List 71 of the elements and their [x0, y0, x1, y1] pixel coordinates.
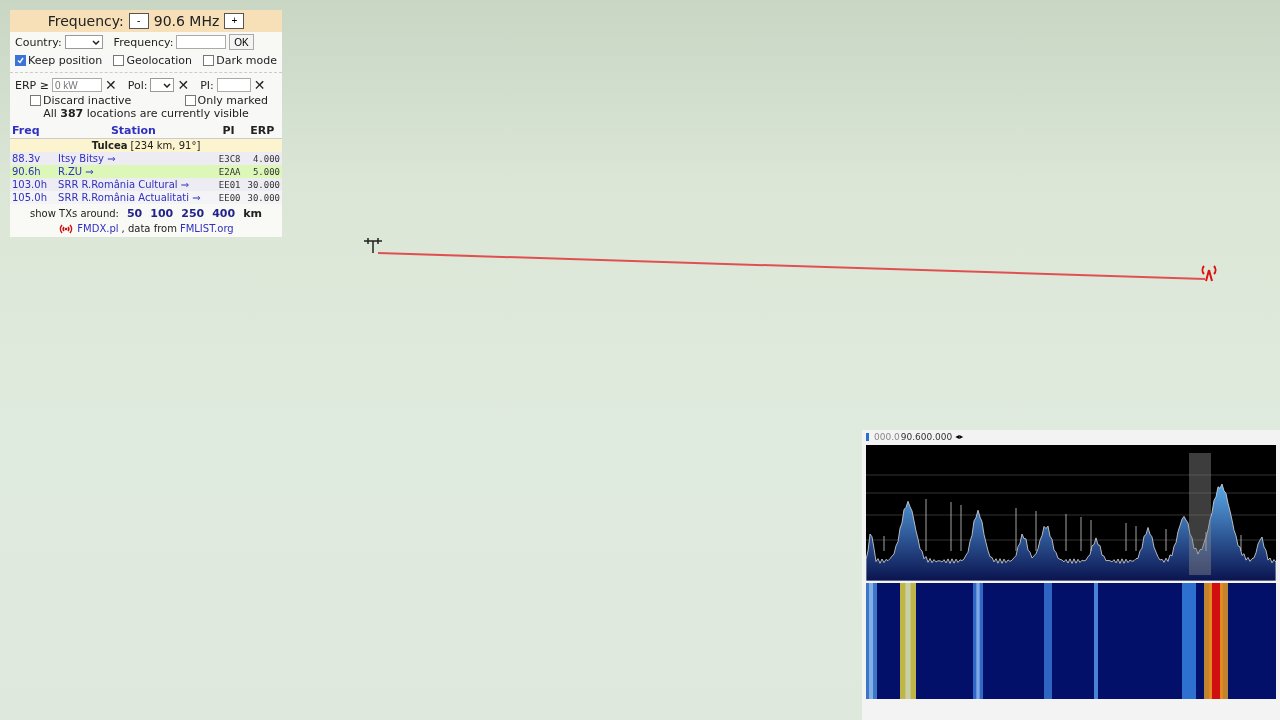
- station-row[interactable]: 105.0h SRR R.România Actualitati ⇒ EE00 30.000: [10, 191, 282, 204]
- pi-input[interactable]: [216, 78, 251, 92]
- site-link[interactable]: FMDX.pl: [77, 223, 119, 234]
- frequency-value: 90.6 MHz: [153, 13, 220, 29]
- pi-cell: EE00: [214, 191, 243, 204]
- station-row[interactable]: 88.3v Itsy Bitsy ⇒ E3C8 4.000: [10, 152, 282, 165]
- station-link[interactable]: R.ZU ⇒: [52, 165, 215, 178]
- station-link[interactable]: Itsy Bitsy ⇒: [52, 152, 215, 165]
- pol-dropdown[interactable]: [150, 78, 175, 92]
- option-label: Dark mode: [216, 54, 277, 67]
- tune-arrows-icon[interactable]: ◂▸: [955, 432, 964, 441]
- chevron-icon: [91, 39, 100, 45]
- radius-link[interactable]: 100: [150, 207, 174, 220]
- frequency-cell: 90.6h: [10, 165, 53, 178]
- frequency-cell: 105.0h: [10, 191, 53, 204]
- source-link[interactable]: FMLIST.org: [179, 223, 234, 234]
- pi-cell: E3C8: [214, 152, 243, 165]
- radio-tower-icon: [1201, 265, 1217, 282]
- radius-link[interactable]: 250: [181, 207, 205, 220]
- frequency-prefix: 000.0: [874, 431, 900, 442]
- pi-cell: E2AA: [214, 165, 243, 178]
- chevron-icon: [163, 82, 172, 88]
- broadcast-icon: [58, 223, 75, 234]
- erp-cell: 4.000: [242, 152, 282, 165]
- radius-link[interactable]: 400: [212, 207, 236, 220]
- column-header: Station: [52, 123, 215, 139]
- country-label: Country:: [15, 35, 62, 49]
- radius-label: show TXs around:: [30, 208, 119, 219]
- footer-text: , data from: [121, 223, 177, 234]
- summary-text: All 387 locations are currently visible: [42, 107, 250, 120]
- radius-link[interactable]: 50: [126, 207, 143, 220]
- status-indicator-icon: [866, 432, 869, 441]
- checkbox[interactable]: [184, 95, 196, 106]
- antenna-icon: [363, 237, 383, 254]
- column-header: ERP: [242, 123, 282, 139]
- option-label: Only marked: [197, 94, 268, 107]
- clear-icon[interactable]: ✕: [104, 78, 117, 92]
- pi-cell: EE01: [214, 178, 243, 191]
- station-row[interactable]: 103.0h SRR R.România Cultural ⇒ EE01 30.000: [10, 178, 282, 191]
- erp-cell: 5.000: [242, 165, 282, 178]
- frequency-cell: 88.3v: [10, 152, 53, 165]
- frequency-label: Frequency:: [113, 35, 174, 49]
- pol-label: Pol:: [127, 78, 148, 92]
- sdr-frequency: 90.600.000: [900, 431, 953, 442]
- erp-cell: 30.000: [242, 178, 282, 191]
- frequency-cell: 103.0h: [10, 178, 53, 191]
- checkbox[interactable]: [30, 95, 41, 106]
- ok-button[interactable]: OK: [229, 34, 254, 50]
- option-label: Discard inactive: [43, 94, 132, 107]
- option-label: Keep position: [28, 54, 103, 67]
- column-header: Freq: [10, 123, 53, 139]
- clear-icon[interactable]: ✕: [253, 78, 266, 92]
- decrease-button[interactable]: -: [128, 13, 149, 29]
- country-dropdown[interactable]: [64, 35, 103, 49]
- unit-label: km: [243, 207, 262, 220]
- station-link[interactable]: SRR R.România Actualitati ⇒: [52, 191, 215, 204]
- erp-cell: 30.000: [242, 191, 282, 204]
- column-header: PI: [214, 123, 243, 139]
- increase-button[interactable]: +: [224, 13, 245, 29]
- clear-icon[interactable]: ✕: [177, 78, 190, 92]
- frequency-input[interactable]: [176, 35, 227, 49]
- station-link[interactable]: SRR R.România Cultural ⇒: [52, 178, 215, 191]
- frequency-label: Frequency:: [47, 13, 124, 29]
- option-label: Geolocation: [126, 54, 193, 67]
- erp-label: ERP ≥: [15, 78, 49, 92]
- pi-label: PI:: [200, 78, 214, 92]
- checkbox[interactable]: [113, 55, 125, 66]
- erp-input[interactable]: 0 kW: [51, 78, 102, 92]
- checkbox[interactable]: [203, 55, 215, 66]
- station-row[interactable]: 90.6h R.ZU ⇒ E2AA 5.000: [10, 165, 282, 178]
- checkbox[interactable]: [15, 55, 26, 66]
